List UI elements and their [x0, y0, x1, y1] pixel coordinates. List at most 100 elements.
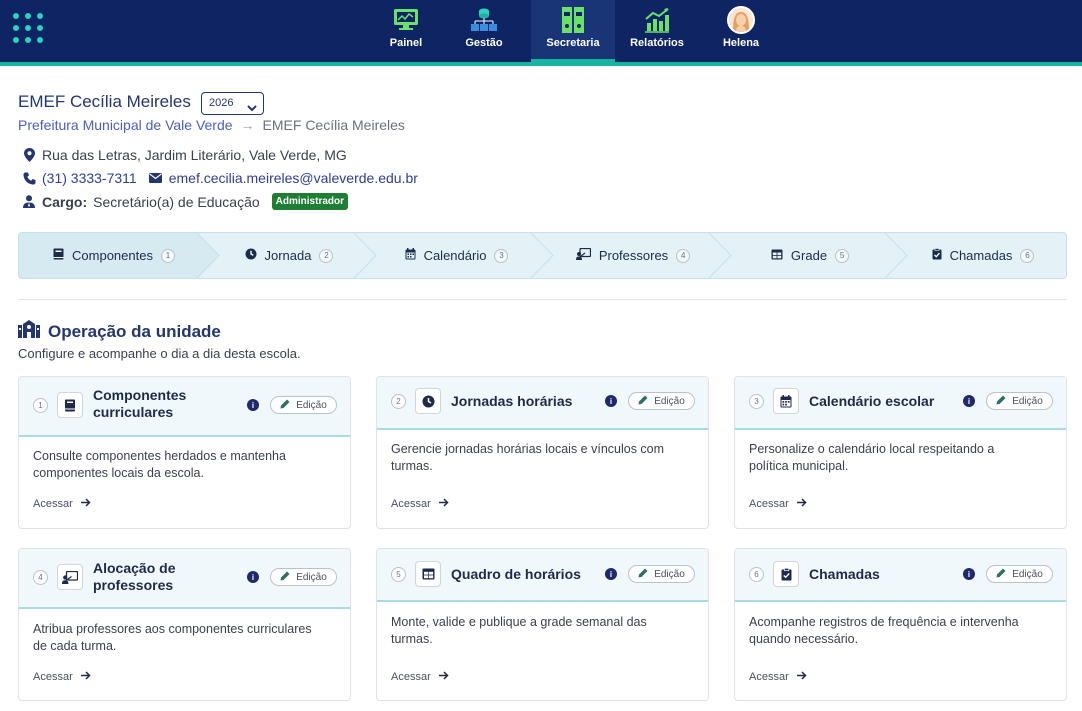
card-title-line: Componentes	[93, 387, 187, 403]
card-title: Componentes curriculares	[93, 387, 186, 421]
section-divider	[18, 299, 1067, 300]
edit-button[interactable]: Edição	[270, 396, 337, 414]
arrow-right-icon	[80, 671, 91, 683]
step-chamadas[interactable]: Chamadas 6	[898, 233, 1066, 278]
pencil-icon	[638, 568, 648, 581]
card-quadro: 5 Quadro de horários i Edição Monte, val…	[376, 548, 709, 701]
step-calendario[interactable]: Calendário 3	[369, 233, 544, 278]
card-description-line: componentes locais da escola.	[33, 466, 204, 480]
pencil-icon	[280, 399, 290, 412]
access-link[interactable]: Acessar	[749, 498, 807, 510]
steps-nav: Componentes 1 Jornada 2 Calendário 3 Pro…	[18, 232, 1067, 279]
card-description: Gerencie jornadas horárias locais e vínc…	[391, 441, 696, 475]
edit-button[interactable]: Edição	[986, 392, 1053, 410]
phone-link[interactable]: (31) 3333-7311	[42, 170, 137, 186]
access-label: Acessar	[33, 498, 73, 510]
info-icon[interactable]: i	[247, 571, 259, 583]
edit-label: Edição	[654, 395, 685, 407]
card-header: 5 Quadro de horários i Edição	[377, 549, 708, 602]
info-icon[interactable]: i	[247, 399, 259, 411]
teacher-icon	[57, 564, 83, 590]
nav-user-menu[interactable]: Helena	[699, 0, 783, 62]
step-number: 1	[160, 248, 175, 263]
card-title: Jornadas horárias	[451, 393, 572, 410]
access-link[interactable]: Acessar	[33, 498, 91, 510]
breadcrumb-parent-link[interactable]: Prefeitura Municipal de Vale Verde	[18, 117, 233, 133]
edit-button[interactable]: Edição	[628, 565, 695, 583]
card-title-line: Quadro de horários	[451, 566, 581, 582]
access-link[interactable]: Acessar	[33, 671, 91, 683]
pencil-icon	[996, 395, 1006, 408]
card-title-line: professores	[93, 577, 174, 593]
info-icon[interactable]: i	[605, 395, 617, 407]
year-select[interactable]: 2026	[201, 92, 264, 115]
breadcrumb-current: EMEF Cecília Meireles	[262, 117, 405, 133]
nav-secretaria[interactable]: Secretaria	[531, 0, 615, 62]
address-line: Rua das Letras, Jardim Literário, Vale V…	[22, 147, 347, 163]
access-label: Acessar	[391, 498, 431, 510]
chevron-down-icon	[247, 99, 257, 119]
card-description: Acompanhe registros de frequência e inte…	[749, 614, 1054, 648]
pencil-icon	[280, 571, 290, 584]
access-label: Acessar	[33, 671, 73, 683]
book-icon	[53, 248, 64, 263]
step-number: 4	[676, 248, 691, 263]
card-title-line: Alocação de	[93, 560, 176, 576]
arrow-right-icon	[438, 671, 449, 683]
calendar-icon	[773, 388, 799, 414]
step-professores[interactable]: Professores 4	[544, 233, 722, 278]
calendar-icon	[405, 248, 416, 263]
info-icon[interactable]: i	[605, 568, 617, 580]
user-tie-icon	[22, 195, 36, 209]
step-componentes[interactable]: Componentes 1	[19, 233, 209, 278]
card-title: Alocação de professores	[93, 560, 175, 594]
apps-grid-icon[interactable]	[13, 13, 45, 45]
edit-button[interactable]: Edição	[270, 568, 337, 586]
card-header: 3 Calendário escolar i Edição	[735, 377, 1066, 430]
step-label: Jornada	[264, 248, 312, 263]
topbar-accent-line	[0, 62, 1082, 66]
info-icon[interactable]: i	[963, 395, 975, 407]
avatar	[727, 6, 755, 34]
step-label: Chamadas	[949, 248, 1013, 263]
edit-button[interactable]: Edição	[628, 392, 695, 410]
card-number: 1	[33, 398, 48, 413]
card-description: Personalize o calendário local respeitan…	[749, 441, 1054, 475]
card-title: Chamadas	[809, 566, 880, 583]
location-pin-icon	[22, 148, 36, 162]
card-description-line: Consulte componentes herdados e mantenha	[33, 449, 286, 463]
edit-label: Edição	[1012, 568, 1043, 580]
access-link[interactable]: Acessar	[391, 498, 449, 510]
step-label: Professores	[598, 248, 669, 263]
breadcrumb: Prefeitura Municipal de Vale Verde → EME…	[18, 117, 405, 133]
info-icon[interactable]: i	[963, 568, 975, 580]
card-description-line: quando necessário.	[749, 632, 859, 646]
nav-label: Secretaria	[546, 37, 600, 49]
access-link[interactable]: Acessar	[749, 671, 807, 683]
step-jornada[interactable]: Jornada 2	[209, 233, 369, 278]
grid-icon	[415, 561, 441, 587]
card-number: 6	[749, 567, 764, 582]
nav-painel[interactable]: Painel	[375, 0, 437, 62]
access-label: Acessar	[391, 671, 431, 683]
edit-button[interactable]: Edição	[986, 565, 1053, 583]
year-select-value: 2026	[209, 97, 234, 109]
arrow-right-icon	[796, 498, 807, 510]
pencil-icon	[996, 568, 1006, 581]
step-number: 6	[1020, 248, 1035, 263]
access-link[interactable]: Acessar	[391, 671, 449, 683]
card-header: 2 Jornadas horárias i Edição	[377, 377, 708, 430]
phone-icon	[22, 171, 36, 185]
section-title: Operação da unidade	[18, 320, 221, 343]
role-line: Cargo: Secretário(a) de Educação Adminis…	[22, 193, 349, 210]
email-link[interactable]: emef.cecilia.meireles@valeverde.edu.br	[169, 170, 418, 186]
step-grade[interactable]: Grade 5	[722, 233, 898, 278]
card-title: Quadro de horários	[451, 566, 581, 583]
main-nav: Painel Gestão Secretaria Relatórios Hele…	[375, 0, 783, 62]
nav-gestao[interactable]: Gestão	[437, 0, 531, 62]
envelope-icon	[149, 171, 163, 185]
monitor-icon	[392, 6, 420, 34]
nav-relatorios[interactable]: Relatórios	[615, 0, 699, 62]
card-alocacao: 4 Alocação de professores i Edição Atrib…	[18, 548, 351, 701]
card-description-line: turmas.	[391, 632, 433, 646]
